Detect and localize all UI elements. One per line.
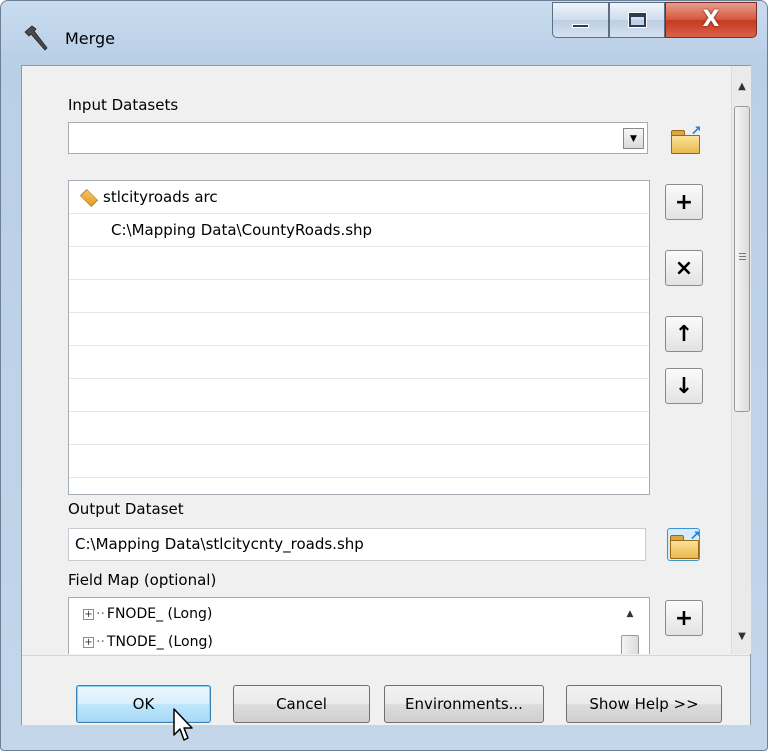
mouse-pointer-icon bbox=[173, 708, 193, 741]
tree-row[interactable]: + ·· FNODE_ (Long) bbox=[83, 606, 212, 622]
output-dataset-label: Output Dataset bbox=[68, 500, 184, 518]
cancel-button[interactable]: Cancel bbox=[233, 685, 370, 723]
window-title: Merge bbox=[65, 29, 115, 48]
list-item-label: C:\Mapping Data\CountyRoads.shp bbox=[111, 221, 373, 239]
open-folder-icon: ↗ bbox=[670, 124, 702, 154]
dialog-client-area: Input Datasets ▼ ↗ stlcityroads arc C:\M… bbox=[21, 65, 751, 725]
remove-item-button[interactable]: × bbox=[665, 250, 703, 286]
open-folder-icon: ↗ bbox=[669, 529, 701, 559]
field-map-tree[interactable]: + ·· FNODE_ (Long) + ·· TNODE_ (Long) ▲ bbox=[68, 597, 650, 654]
show-help-button[interactable]: Show Help >> bbox=[566, 685, 722, 723]
list-item-empty bbox=[69, 313, 649, 346]
list-item-empty bbox=[69, 346, 649, 379]
move-up-button[interactable]: ↑ bbox=[665, 316, 703, 352]
list-item-empty bbox=[69, 445, 649, 478]
add-item-button[interactable]: + bbox=[665, 184, 703, 220]
list-item-empty bbox=[69, 247, 649, 280]
scroll-thumb[interactable] bbox=[734, 106, 750, 412]
field-map-label: Field Map (optional) bbox=[68, 571, 217, 589]
maximize-icon bbox=[627, 12, 647, 28]
move-down-button[interactable]: ↓ bbox=[665, 368, 703, 404]
browse-output-button[interactable]: ↗ bbox=[667, 528, 701, 561]
list-item[interactable]: C:\Mapping Data\CountyRoads.shp bbox=[69, 214, 649, 247]
field-map-scrollbar[interactable]: ▲ bbox=[618, 599, 642, 654]
scroll-thumb[interactable] bbox=[621, 635, 639, 654]
add-field-button[interactable]: + bbox=[665, 600, 703, 636]
plus-icon: + bbox=[674, 605, 694, 631]
merge-window: Merge X Input Datasets ▼ ↗ stlcityroads … bbox=[0, 0, 768, 751]
panel-scrollbar[interactable]: ▲ ▼ bbox=[731, 66, 751, 654]
output-dataset-field[interactable]: C:\Mapping Data\stlcitycnty_roads.shp bbox=[68, 528, 646, 561]
caption-buttons: X bbox=[552, 2, 757, 42]
tree-row-label: TNODE_ (Long) bbox=[106, 634, 213, 650]
environments-button[interactable]: Environments... bbox=[384, 685, 544, 723]
close-button[interactable]: X bbox=[665, 2, 757, 38]
browse-input-button[interactable]: ↗ bbox=[668, 123, 702, 156]
maximize-button[interactable] bbox=[609, 2, 665, 38]
parameters-panel: Input Datasets ▼ ↗ stlcityroads arc C:\M… bbox=[22, 66, 730, 654]
expand-icon[interactable]: + bbox=[83, 608, 94, 620]
hammer-icon bbox=[24, 25, 48, 51]
close-icon: X bbox=[702, 7, 720, 32]
expand-icon[interactable]: + bbox=[83, 636, 94, 648]
arrow-up-icon: ↑ bbox=[674, 321, 694, 347]
list-item-empty bbox=[69, 379, 649, 412]
list-item-empty bbox=[69, 280, 649, 313]
grip-icon bbox=[739, 253, 746, 260]
tree-row[interactable]: + ·· TNODE_ (Long) bbox=[83, 634, 213, 650]
minimize-icon bbox=[572, 24, 589, 28]
list-item[interactable]: stlcityroads arc bbox=[69, 181, 649, 214]
arrow-down-icon: ↓ bbox=[674, 373, 694, 399]
remove-icon: × bbox=[674, 255, 694, 281]
plus-icon: + bbox=[674, 189, 694, 215]
layer-icon bbox=[79, 188, 99, 208]
list-item-label: stlcityroads arc bbox=[103, 188, 218, 206]
minimize-button[interactable] bbox=[552, 2, 609, 38]
list-item-empty bbox=[69, 412, 649, 445]
title-bar[interactable]: Merge X bbox=[1, 1, 767, 63]
combo-dropdown-arrow[interactable]: ▼ bbox=[623, 128, 644, 149]
button-bar: OK Cancel Environments... Show Help >> bbox=[22, 655, 750, 725]
scroll-up-arrow-icon[interactable]: ▲ bbox=[622, 609, 638, 623]
scroll-up-arrow-icon[interactable]: ▲ bbox=[732, 76, 752, 96]
input-datasets-list[interactable]: stlcityroads arc C:\Mapping Data\CountyR… bbox=[68, 180, 650, 495]
tree-row-label: FNODE_ (Long) bbox=[106, 606, 213, 622]
scroll-down-arrow-icon[interactable]: ▼ bbox=[732, 626, 752, 646]
input-datasets-label: Input Datasets bbox=[68, 96, 179, 114]
input-datasets-combo[interactable]: ▼ bbox=[68, 122, 648, 154]
